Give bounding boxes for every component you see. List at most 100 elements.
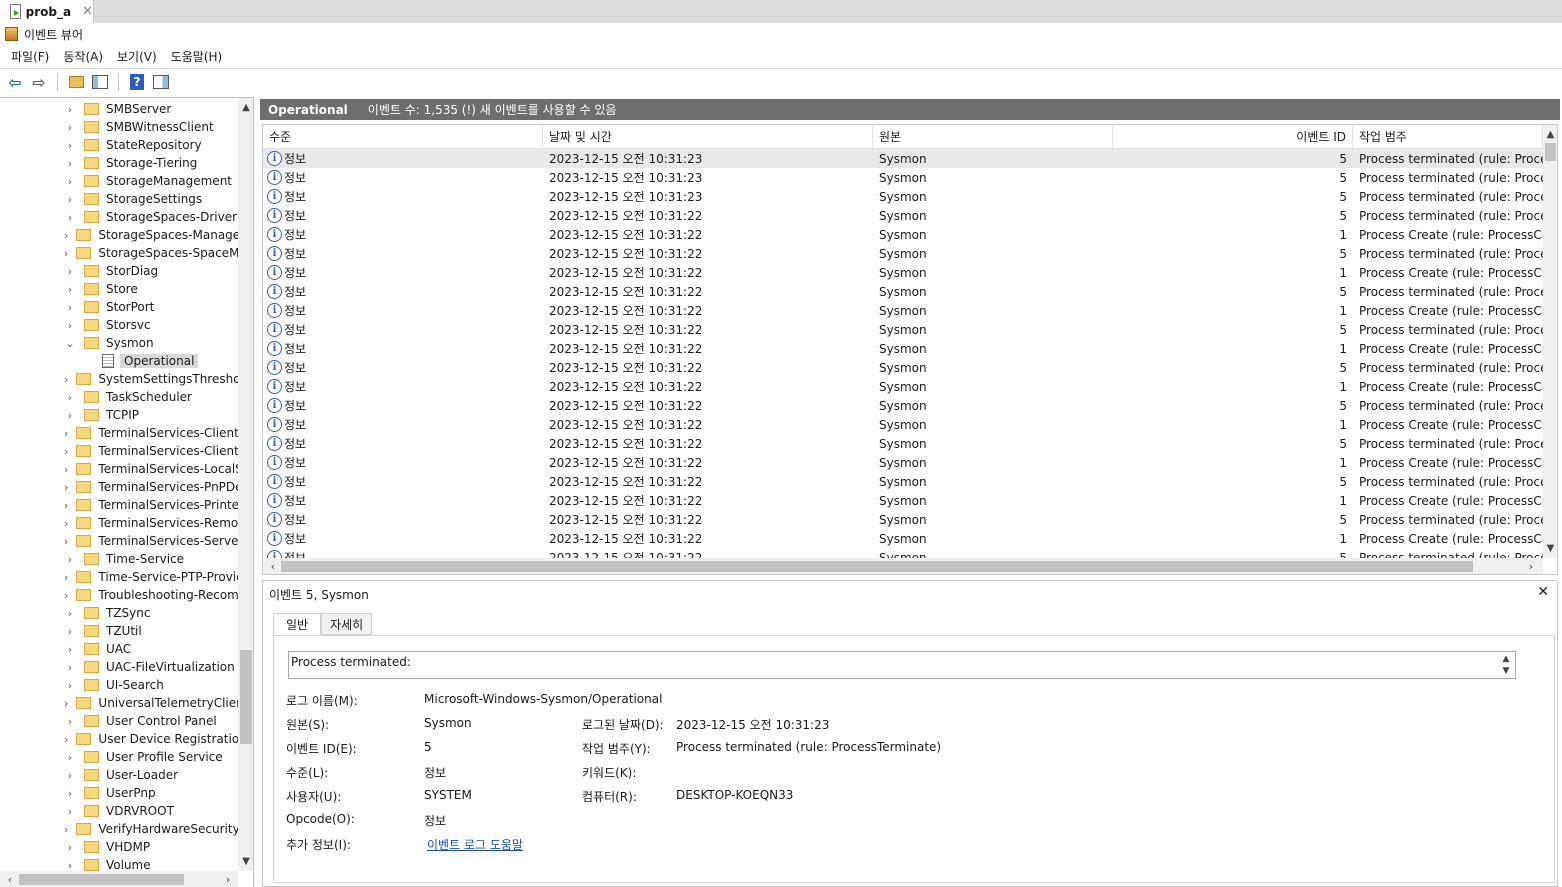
tree-item[interactable]: › VHDMP	[0, 838, 238, 856]
chevron-right-icon[interactable]: ›	[64, 427, 68, 440]
column-level[interactable]: 수준	[263, 125, 543, 149]
tree-item[interactable]: › User-Loader	[0, 766, 238, 784]
column-date[interactable]: 날짜 및 시간	[543, 125, 873, 149]
tree-item[interactable]: › TerminalServices-ServerU	[0, 532, 238, 550]
chevron-right-icon[interactable]: ›	[64, 607, 76, 620]
tree-item[interactable]: › Time-Service-PTP-Provid	[0, 568, 238, 586]
scroll-thumb[interactable]	[19, 874, 184, 885]
tree-item[interactable]: › UAC-FileVirtualization	[0, 658, 238, 676]
events-vertical-scrollbar[interactable]: ▲ ▼	[1543, 125, 1557, 558]
tab-general[interactable]: 일반	[273, 613, 322, 635]
close-icon[interactable]: ✕	[82, 4, 93, 19]
tree-item[interactable]: › StorageSpaces-SpaceMai	[0, 244, 238, 262]
event-row[interactable]: i정보 2023-12-15 오전 10:31:22 Sysmon 5 Process …	[263, 358, 1543, 377]
tree-item[interactable]: › StorPort	[0, 298, 238, 316]
chevron-right-icon[interactable]: ›	[64, 139, 76, 152]
tree-item[interactable]: ⌄ Sysmon	[0, 334, 238, 352]
tree-item[interactable]: › StorageSpaces-Driver	[0, 208, 238, 226]
tree-item[interactable]: › UserPnp	[0, 784, 238, 802]
event-row[interactable]: i 정보 2023-12-15 오전 10:31:23 Sysmon 5 Process …	[263, 149, 1543, 168]
event-log-help-link[interactable]: 이벤트 로그 도움말	[427, 836, 523, 853]
chevron-right-icon[interactable]: ›	[64, 715, 76, 728]
scroll-right-icon[interactable]: ›	[220, 871, 236, 887]
chevron-right-icon[interactable]: ›	[64, 409, 76, 422]
chevron-right-icon[interactable]: ›	[64, 517, 68, 530]
close-icon[interactable]: ✕	[1537, 584, 1549, 600]
chevron-right-icon[interactable]: ›	[64, 625, 76, 638]
event-row[interactable]: i 정보 2023-12-15 오전 10:31:22 Sysmon 1 Process …	[263, 415, 1543, 434]
chevron-right-icon[interactable]: ›	[64, 481, 68, 494]
chevron-right-icon[interactable]: ›	[64, 571, 68, 584]
tree-item[interactable]: › Troubleshooting-Recomm	[0, 586, 238, 604]
event-row[interactable]: i 정보 2023-12-15 오전 10:31:22 Sysmon 1 Process …	[263, 263, 1543, 282]
scroll-left-icon[interactable]: ‹	[265, 558, 281, 574]
tree-item[interactable]: › VerifyHardwareSecurity	[0, 820, 238, 838]
tab-prob-a[interactable]: prob_a ✕	[0, 0, 94, 23]
chevron-right-icon[interactable]: ›	[64, 229, 68, 242]
tree-item[interactable]: › TCPIP	[0, 406, 238, 424]
event-row[interactable]: i 정보 2023-12-15 오전 10:31:23 Sysmon 5 Process …	[263, 187, 1543, 206]
tree-item[interactable]: › UniversalTelemetryClient	[0, 694, 238, 712]
event-row[interactable]: i정보 2023-12-15 오전 10:31:22 Sysmon 5 Process …	[263, 206, 1543, 225]
tree-item[interactable]: › Storage-Tiering	[0, 154, 238, 172]
event-row[interactable]: i 정보 2023-12-15 오전 10:31:22 Sysmon 1 Process …	[263, 491, 1543, 510]
event-row[interactable]: i정보 2023-12-15 오전 10:31:22 Sysmon 5 Process …	[263, 510, 1543, 529]
show-action-pane-button[interactable]	[151, 72, 171, 92]
chevron-right-icon[interactable]: ›	[64, 265, 76, 278]
chevron-right-icon[interactable]: ›	[64, 661, 76, 674]
tree-item[interactable]: › StateRepository	[0, 136, 238, 154]
chevron-right-icon[interactable]: ›	[64, 211, 76, 224]
tree-item[interactable]: › StorageSettings	[0, 190, 238, 208]
event-row[interactable]: i 정보 2023-12-15 오전 10:31:22 Sysmon 1 Process …	[263, 529, 1543, 548]
tree-item[interactable]: › User Device Registration	[0, 730, 238, 748]
column-task-category[interactable]: 작업 범주	[1353, 125, 1543, 149]
scroll-up-icon[interactable]: ▲	[1543, 127, 1557, 142]
event-row[interactable]: i 정보 2023-12-15 오전 10:31:22 Sysmon 1 Process …	[263, 225, 1543, 244]
event-row[interactable]: i정보 2023-12-15 오전 10:31:22 Sysmon 5 Process …	[263, 472, 1543, 491]
chevron-right-icon[interactable]: ›	[64, 301, 76, 314]
tree-item[interactable]: › TZUtil	[0, 622, 238, 640]
chevron-right-icon[interactable]: ›	[64, 391, 76, 404]
chevron-right-icon[interactable]: ›	[64, 733, 68, 746]
tree-item[interactable]: › UAC	[0, 640, 238, 658]
column-source[interactable]: 원본	[873, 125, 1113, 149]
tree-item[interactable]: › SMBServer	[0, 100, 238, 118]
chevron-right-icon[interactable]: ›	[64, 535, 68, 548]
tree-item[interactable]: › SMBWitnessClient	[0, 118, 238, 136]
column-event-id[interactable]: 이벤트 ID	[1113, 125, 1353, 149]
tree-item[interactable]: › TerminalServices-ClientA	[0, 424, 238, 442]
scroll-thumb[interactable]	[1545, 143, 1556, 161]
tree-item[interactable]: › StorageManagement	[0, 172, 238, 190]
tree-item[interactable]: Operational	[0, 352, 238, 370]
chevron-right-icon[interactable]: ›	[64, 841, 76, 854]
tree-item[interactable]: › StorDiag	[0, 262, 238, 280]
chevron-right-icon[interactable]: ›	[64, 697, 68, 710]
chevron-right-icon[interactable]: ›	[64, 103, 76, 116]
chevron-right-icon[interactable]: ›	[64, 193, 76, 206]
event-row[interactable]: i 정보 2023-12-15 오전 10:31:22 Sysmon 1 Process …	[263, 301, 1543, 320]
chevron-right-icon[interactable]: ›	[64, 319, 76, 332]
scroll-up-icon[interactable]: ▲	[238, 100, 253, 116]
scroll-left-icon[interactable]: ‹	[2, 871, 18, 887]
chevron-right-icon[interactable]: ›	[64, 463, 68, 476]
menu-action[interactable]: 동작(A)	[56, 48, 110, 65]
scroll-down-icon[interactable]: ▼	[1543, 541, 1557, 556]
event-row[interactable]: i 정보 2023-12-15 오전 10:31:22 Sysmon 1 Process …	[263, 453, 1543, 472]
tab-details[interactable]: 자세히	[321, 613, 373, 635]
scroll-thumb[interactable]	[281, 561, 1473, 572]
up-level-button[interactable]	[66, 72, 86, 92]
scroll-right-icon[interactable]: ›	[1523, 558, 1539, 574]
events-horizontal-scrollbar[interactable]: ‹ ›	[263, 558, 1543, 574]
chevron-right-icon[interactable]: ›	[64, 769, 76, 782]
tree-item[interactable]: › Time-Service	[0, 550, 238, 568]
menu-file[interactable]: 파일(F)	[4, 48, 56, 65]
tree-item[interactable]: › Store	[0, 280, 238, 298]
show-hide-tree-button[interactable]	[90, 72, 110, 92]
tree-item[interactable]: › UI-Search	[0, 676, 238, 694]
chevron-right-icon[interactable]: ›	[64, 121, 76, 134]
tree-horizontal-scrollbar[interactable]: ‹ ›	[0, 871, 238, 887]
chevron-right-icon[interactable]: ›	[64, 499, 68, 512]
chevron-right-icon[interactable]: ›	[64, 589, 68, 602]
chevron-right-icon[interactable]: ›	[64, 679, 76, 692]
chevron-right-icon[interactable]: ›	[64, 751, 76, 764]
